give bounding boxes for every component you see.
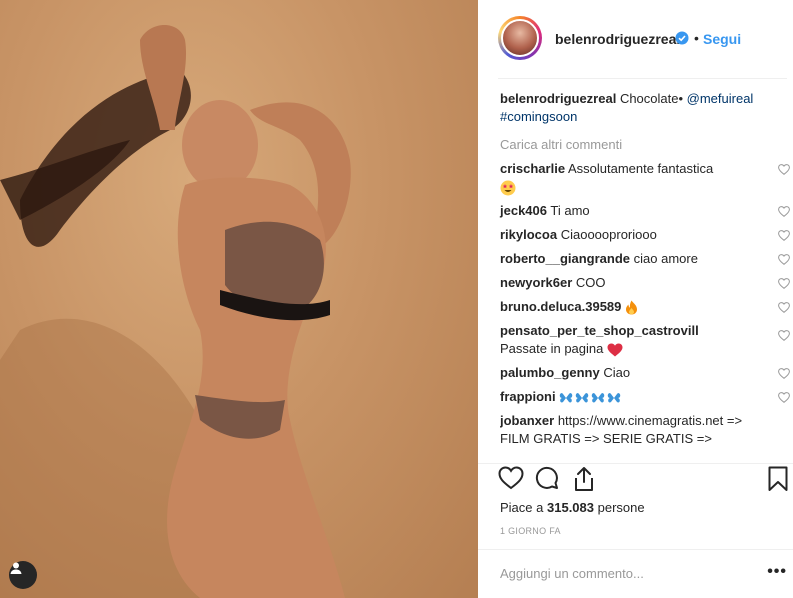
comment-text: Passate in pagina — [500, 341, 604, 356]
comment-username[interactable]: newyork6er — [500, 275, 572, 290]
likes-suffix: persone — [597, 500, 645, 515]
add-comment-input[interactable]: Aggiungi un commento... — [500, 566, 644, 581]
comment-username[interactable]: jobanxer — [500, 413, 554, 428]
comment-item: crischarlie Assolutamente fantastica — [500, 160, 790, 196]
comment-item: newyork6er COO — [500, 274, 790, 292]
divider — [478, 463, 793, 464]
post-actions — [498, 466, 793, 496]
comment-text: COO — [575, 275, 606, 290]
comment-username[interactable]: rikylocoa — [500, 227, 557, 242]
caption-mention[interactable]: @mefuireal — [687, 91, 754, 106]
like-comment-heart-icon[interactable] — [778, 206, 790, 217]
butterfly-emoji-icon — [559, 392, 621, 403]
star-struck-emoji-icon — [500, 180, 516, 196]
comment-username[interactable]: jeck406 — [500, 203, 547, 218]
header-separator: • — [694, 30, 699, 46]
comment-username[interactable]: frappioni — [500, 389, 556, 404]
fire-emoji-icon — [626, 300, 638, 315]
comment-username[interactable]: roberto__giangrande — [500, 251, 630, 266]
divider — [498, 78, 787, 79]
story-ring[interactable] — [498, 16, 542, 60]
bookmark-icon[interactable] — [768, 466, 788, 492]
like-comment-heart-icon[interactable] — [778, 230, 790, 241]
comment-item: bruno.deluca.39589 — [500, 298, 790, 316]
comment-username[interactable]: crischarlie — [500, 161, 565, 176]
like-comment-heart-icon[interactable] — [778, 278, 790, 289]
heart-icon[interactable] — [498, 466, 524, 490]
post-sidebar: belenrodriguezreal • Segui belenrodrigue… — [478, 0, 793, 598]
more-options-button[interactable]: ••• — [767, 563, 787, 581]
photo-illustration — [0, 25, 351, 598]
comment-item: jobanxer https://www.cinemagratis.net =>… — [500, 412, 775, 450]
like-comment-heart-icon[interactable] — [778, 392, 790, 403]
comment-username[interactable]: pensato_per_te_shop_castrovill — [500, 323, 699, 338]
comment-icon[interactable] — [535, 466, 559, 490]
comment-text: ciao amore — [633, 251, 698, 266]
like-comment-heart-icon[interactable] — [778, 368, 790, 379]
like-comment-heart-icon[interactable] — [778, 254, 790, 265]
red-heart-emoji-icon — [607, 343, 623, 357]
likes-number: 315.083 — [547, 500, 594, 515]
comment-text: Assolutamente fantastica — [567, 161, 714, 176]
header-username[interactable]: belenrodriguezreal — [555, 31, 680, 47]
comment-item: jeck406 Ti amo — [500, 202, 790, 220]
load-more-comments[interactable]: Carica altri commenti — [500, 136, 775, 154]
post-photo[interactable] — [0, 0, 478, 598]
caption-username[interactable]: belenrodriguezreal — [500, 91, 616, 106]
verified-badge-icon — [675, 31, 689, 45]
comments-list: belenrodriguezreal Chocolate• @mefuireal… — [500, 90, 790, 450]
comment-item: pensato_per_te_shop_castrovill Passate i… — [500, 322, 790, 358]
likes-count[interactable]: Piace a 315.083 persone — [500, 500, 645, 515]
comment-item: rikylocoa Ciaooooproriooo — [500, 226, 790, 244]
share-icon[interactable] — [572, 466, 596, 492]
divider — [478, 549, 793, 550]
caption-hashtag[interactable]: #comingsoon — [500, 108, 775, 126]
like-comment-heart-icon[interactable] — [778, 302, 790, 313]
post-header: belenrodriguezreal • Segui — [478, 0, 793, 78]
like-comment-heart-icon[interactable] — [778, 330, 790, 341]
comment-username[interactable]: bruno.deluca.39589 — [500, 299, 621, 314]
comment-text: Ti amo — [550, 203, 590, 218]
comment-text: Ciao — [603, 365, 631, 380]
comment-text: Ciaooooproriooo — [560, 227, 657, 242]
user-tag-icon[interactable] — [9, 561, 37, 589]
comment-item: roberto__giangrande ciao amore — [500, 250, 790, 268]
caption: belenrodriguezreal Chocolate• @mefuireal… — [500, 90, 775, 126]
like-comment-heart-icon[interactable] — [778, 164, 790, 175]
avatar[interactable] — [501, 19, 539, 57]
caption-text: Chocolate• — [619, 91, 684, 106]
comment-item: frappioni — [500, 388, 790, 406]
comment-username[interactable]: palumbo_genny — [500, 365, 600, 380]
likes-prefix: Piace a — [500, 500, 544, 515]
post-timestamp[interactable]: 1 GIORNO FA — [500, 526, 561, 536]
comment-item: palumbo_genny Ciao — [500, 364, 790, 382]
follow-button[interactable]: Segui — [703, 31, 741, 47]
